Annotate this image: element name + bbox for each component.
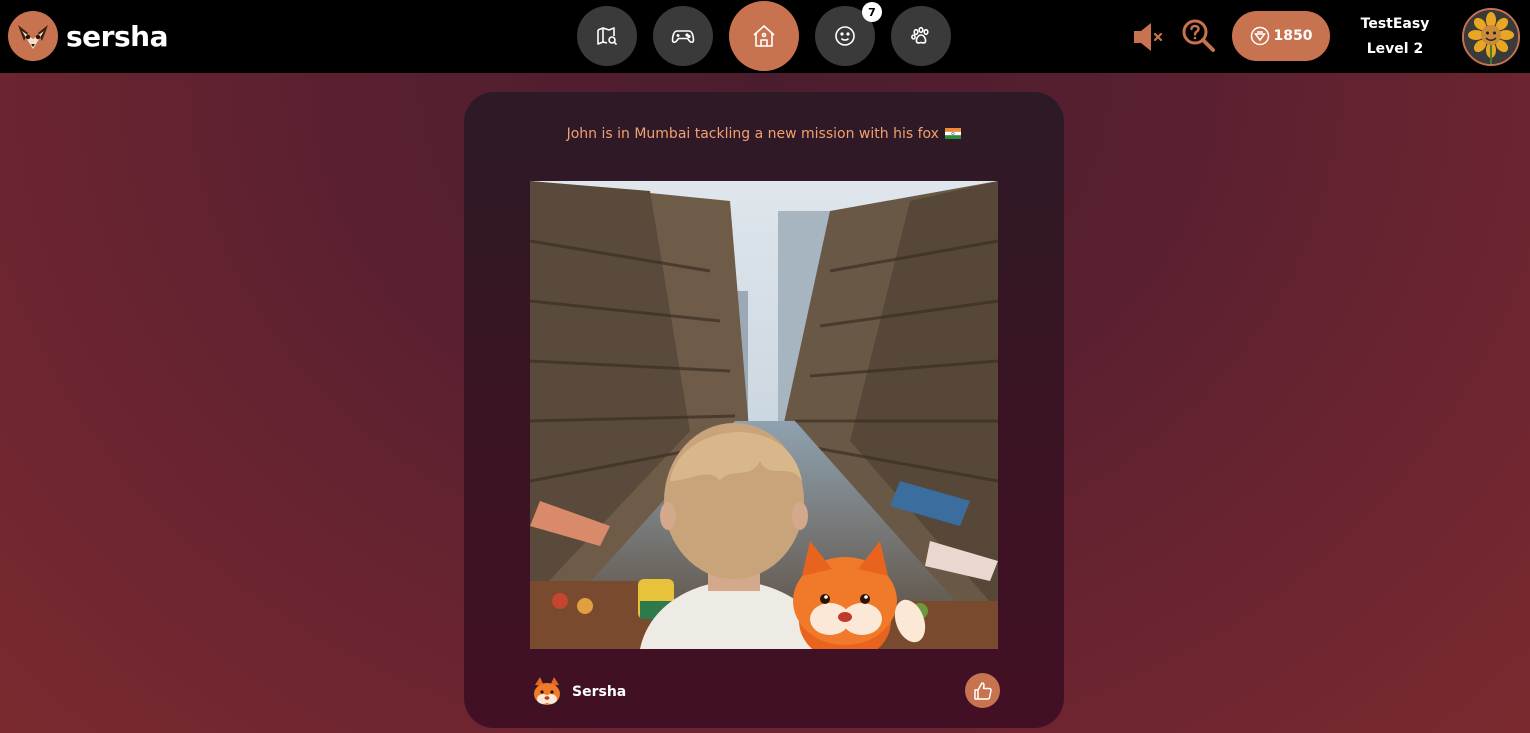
- sunflower-avatar: [1464, 10, 1518, 64]
- top-bar: sersha 7 1850 TestEasy Level 2: [0, 0, 1530, 73]
- post-caption: John is in Mumbai tackling a new mission…: [464, 126, 1064, 142]
- fox-logo-icon: [8, 11, 58, 61]
- post-image[interactable]: [530, 181, 998, 649]
- post-caption-text: John is in Mumbai tackling a new mission…: [566, 126, 939, 142]
- fox-avatar: [530, 675, 564, 709]
- post-card: John is in Mumbai tackling a new mission…: [464, 92, 1064, 728]
- speaker-muted-icon: [1134, 23, 1163, 51]
- like-button[interactable]: [965, 673, 1000, 708]
- home-icon: [753, 25, 775, 47]
- user-info: TestEasy Level 2: [1350, 12, 1440, 62]
- coins-value: 1850: [1273, 28, 1313, 44]
- paw-icon: [911, 26, 929, 44]
- india-flag-icon: [945, 128, 962, 139]
- chat-badge: 7: [862, 2, 882, 22]
- nav-pets-button[interactable]: [891, 6, 951, 66]
- nav-home-button[interactable]: [729, 1, 799, 71]
- mumbai-street-illustration: [530, 181, 998, 649]
- sound-toggle-button[interactable]: [1132, 20, 1168, 54]
- coin-icon: [1250, 26, 1269, 46]
- smiley-icon: [835, 26, 855, 46]
- user-level: Level 2: [1366, 41, 1424, 57]
- coins-button[interactable]: 1850: [1232, 11, 1330, 61]
- gamepad-icon: [671, 30, 695, 44]
- thumbs-up-icon: [973, 681, 992, 700]
- nav-map-search-button[interactable]: [577, 6, 637, 66]
- brand[interactable]: sersha: [8, 11, 168, 61]
- post-author[interactable]: Sersha: [530, 675, 626, 709]
- help-search-icon: [1182, 19, 1215, 52]
- nav-games-button[interactable]: [653, 6, 713, 66]
- brand-name: sersha: [66, 19, 168, 53]
- help-button[interactable]: [1181, 18, 1217, 54]
- author-name: Sersha: [572, 684, 627, 700]
- nav-chat-button[interactable]: 7: [815, 2, 882, 66]
- username: TestEasy: [1360, 16, 1430, 32]
- map-search-icon: [597, 27, 618, 46]
- profile-avatar[interactable]: [1462, 8, 1520, 66]
